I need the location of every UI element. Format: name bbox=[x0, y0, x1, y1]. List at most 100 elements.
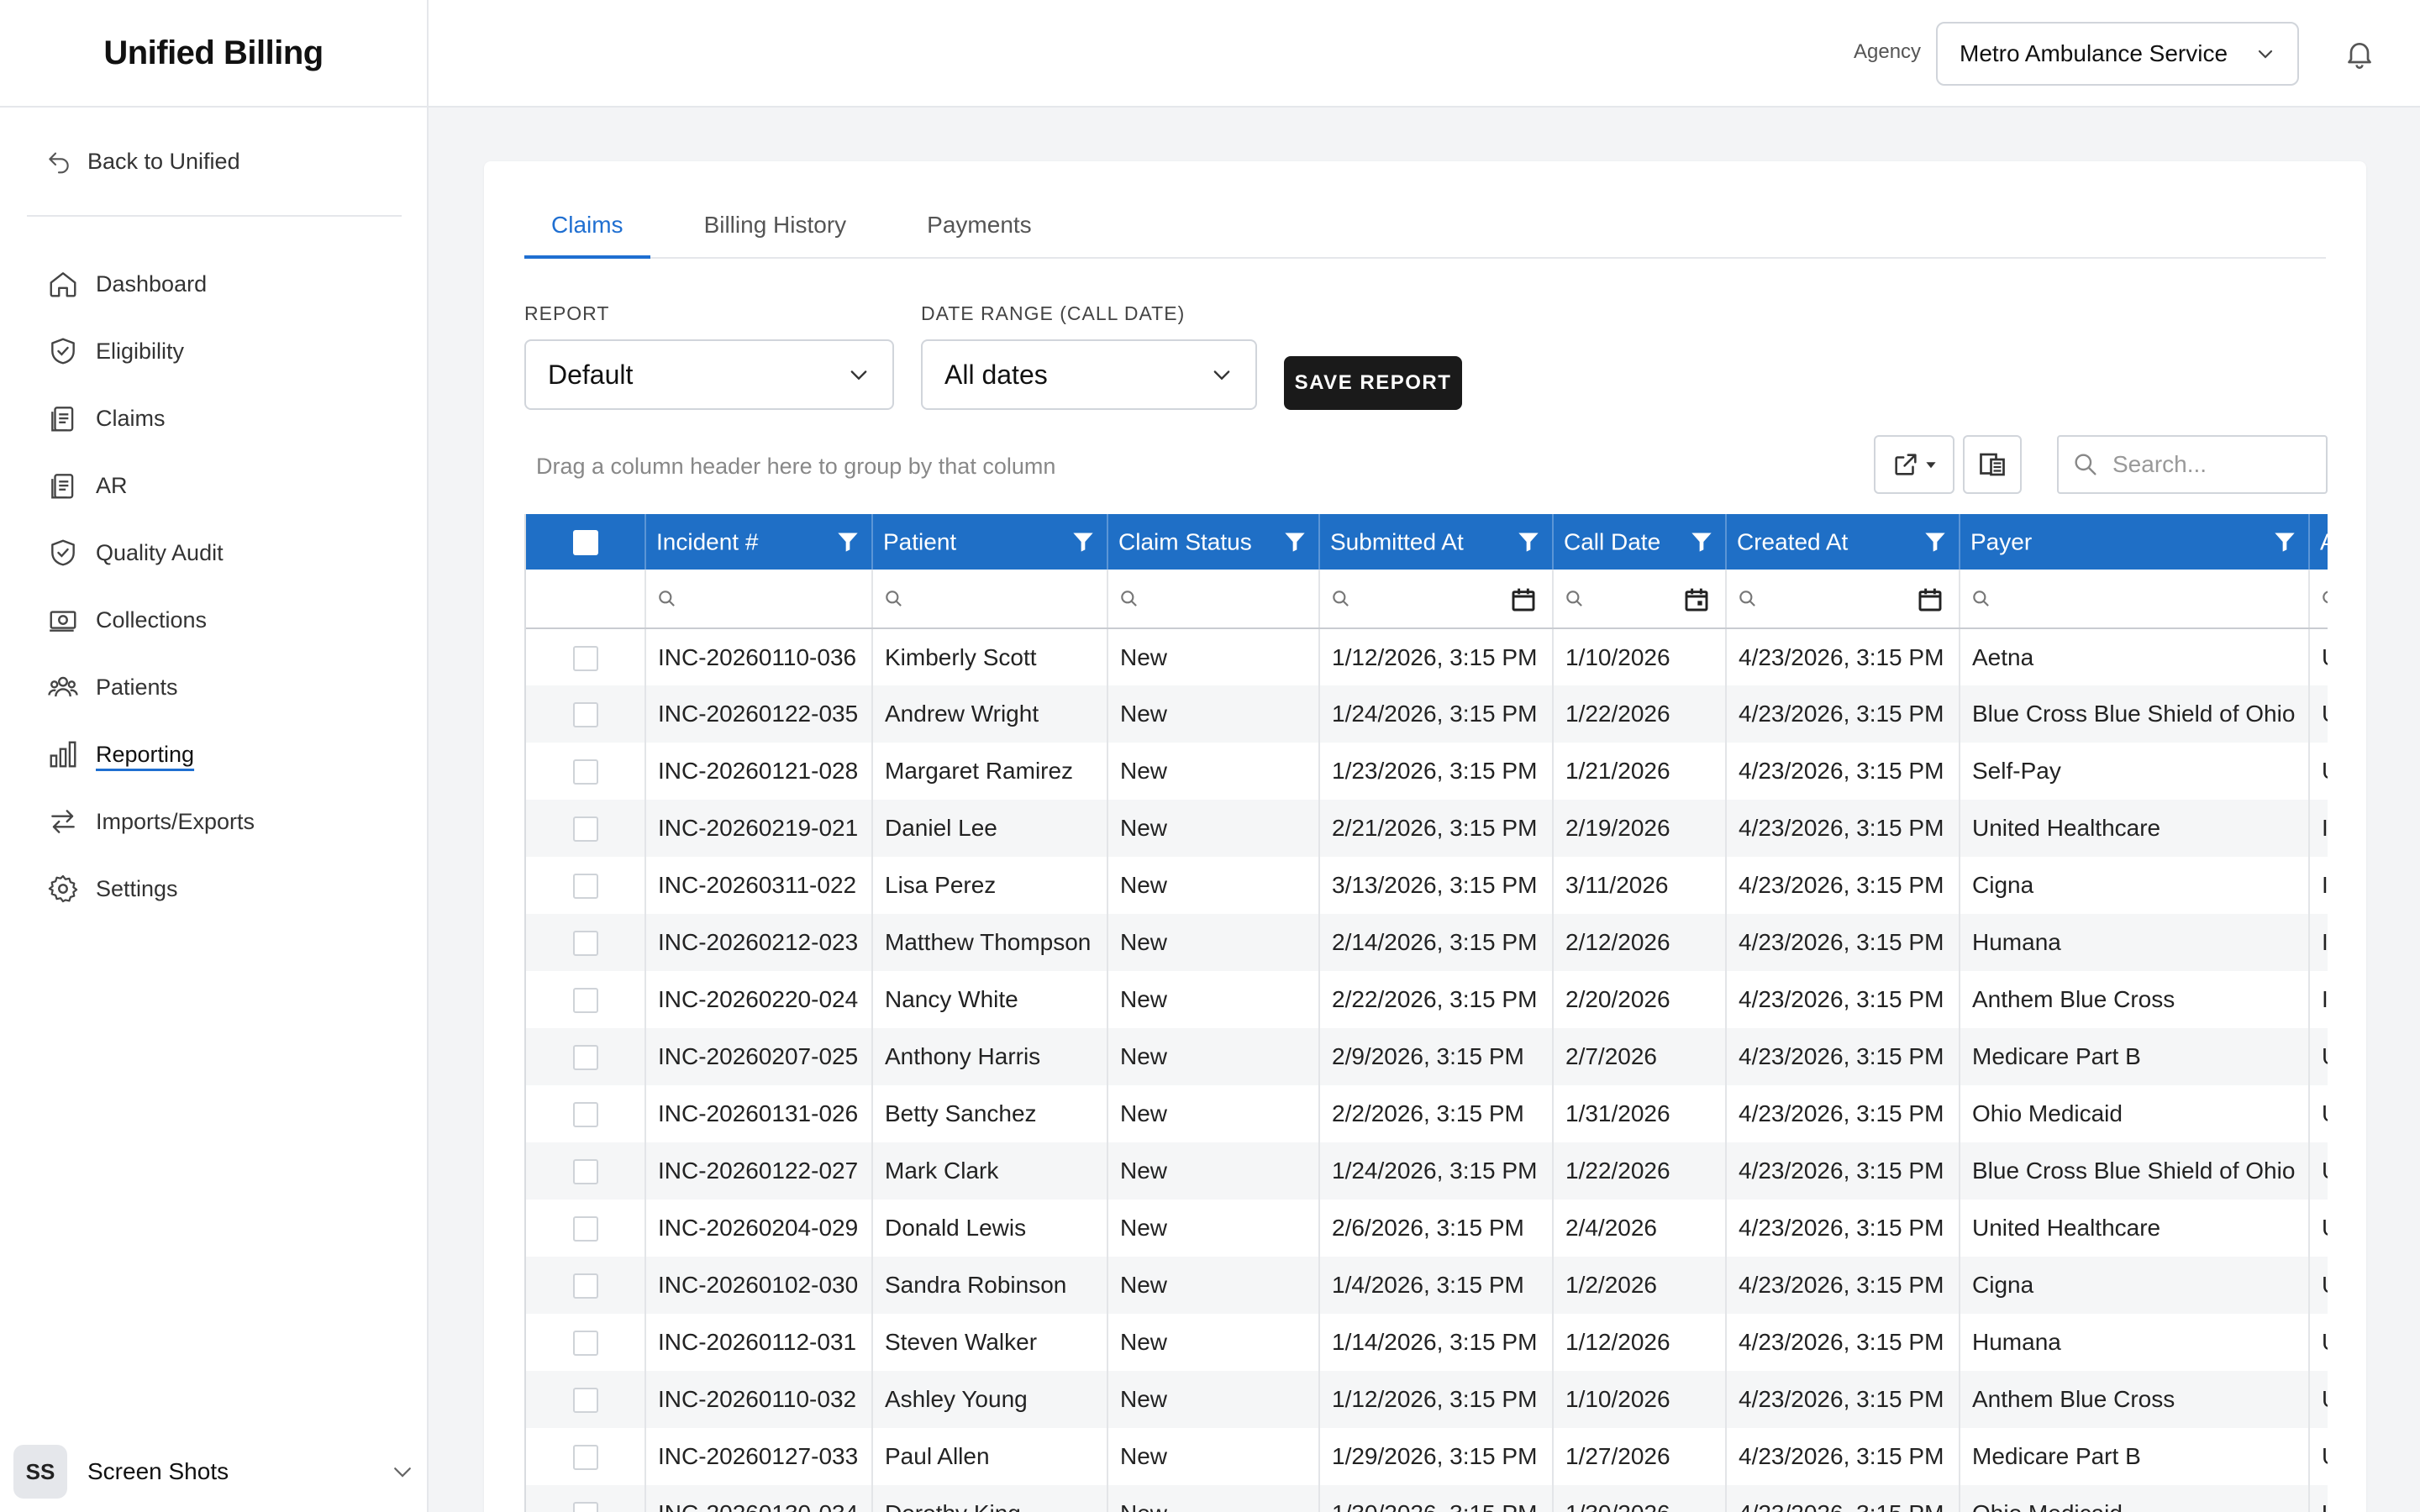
sidebar-item-reporting[interactable]: Reporting bbox=[47, 721, 255, 788]
row-checkbox[interactable] bbox=[572, 931, 598, 957]
sidebar-item-collections[interactable]: Collections bbox=[47, 586, 255, 654]
calendar-icon[interactable] bbox=[1917, 586, 1944, 613]
table-row[interactable]: INC-20260204-029 Donald Lewis New 2/6/2026,… bbox=[526, 1200, 2328, 1257]
table-row[interactable]: INC-20260219-021 Daniel Lee New 2/21/2026, … bbox=[526, 800, 2328, 857]
row-checkbox[interactable] bbox=[572, 874, 598, 900]
sidebar-item-patients[interactable]: Patients bbox=[47, 654, 255, 721]
row-select-cell[interactable] bbox=[526, 1485, 646, 1512]
table-row[interactable]: INC-20260212-023 Matthew Thompson New 2/14/… bbox=[526, 914, 2328, 971]
table-row[interactable]: INC-20260102-030 Sandra Robinson New 1/4/20… bbox=[526, 1257, 2328, 1314]
table-row[interactable]: INC-20260110-036 Kimberly Scott New 1/12/20… bbox=[526, 628, 2328, 685]
row-select-cell[interactable] bbox=[526, 1314, 646, 1371]
user-menu[interactable]: SS Screen Shots bbox=[13, 1445, 415, 1499]
row-checkbox[interactable] bbox=[572, 1159, 598, 1185]
grid-search[interactable] bbox=[2057, 435, 2328, 494]
sidebar-item-settings[interactable]: Settings bbox=[47, 855, 255, 922]
agency-select[interactable]: Metro Ambulance Service bbox=[1936, 22, 2299, 86]
row-checkbox[interactable] bbox=[572, 702, 598, 728]
row-checkbox[interactable] bbox=[572, 1331, 598, 1357]
sidebar-item-imports-exports[interactable]: Imports/Exports bbox=[47, 788, 255, 855]
sidebar-item-dashboard[interactable]: Dashboard bbox=[47, 250, 255, 318]
table-row[interactable]: INC-20260121-028 Margaret Ramirez New 1/23/… bbox=[526, 743, 2328, 800]
row-select-cell[interactable] bbox=[526, 1257, 646, 1314]
table-row[interactable]: INC-20260311-022 Lisa Perez New 3/13/2026, … bbox=[526, 857, 2328, 914]
sidebar-item-quality-audit[interactable]: Quality Audit bbox=[47, 519, 255, 586]
sidebar-item-claims[interactable]: Claims bbox=[47, 385, 255, 452]
select-all-header[interactable] bbox=[526, 514, 646, 570]
column-header-claim-status[interactable]: Claim Status bbox=[1107, 514, 1320, 570]
column-header-call-date[interactable]: Call Date bbox=[1553, 514, 1727, 570]
filter-cell-patient[interactable] bbox=[872, 570, 1108, 629]
row-select-cell[interactable] bbox=[526, 857, 646, 914]
filter-cell-call-date[interactable] bbox=[1553, 570, 1727, 629]
row-select-cell[interactable] bbox=[526, 914, 646, 971]
row-checkbox[interactable] bbox=[572, 645, 598, 671]
row-checkbox[interactable] bbox=[572, 988, 598, 1014]
bell-icon[interactable] bbox=[2343, 37, 2376, 71]
filter-icon[interactable] bbox=[1923, 530, 1947, 554]
filter-icon[interactable] bbox=[2273, 530, 2296, 554]
row-select-cell[interactable] bbox=[526, 628, 646, 685]
row-select-cell[interactable] bbox=[526, 1085, 646, 1142]
table-row[interactable]: INC-20260112-031 Steven Walker New 1/14/202… bbox=[526, 1314, 2328, 1371]
table-row[interactable]: INC-20260130-034Dorothy KingNew1/30/2026… bbox=[526, 1485, 2328, 1512]
table-row[interactable]: INC-20260220-024 Nancy White New 2/22/2026,… bbox=[526, 971, 2328, 1028]
filter-cell-truncated[interactable] bbox=[2309, 570, 2328, 629]
row-checkbox[interactable] bbox=[572, 1102, 598, 1128]
select-all-checkbox[interactable] bbox=[572, 530, 598, 556]
column-header-created-at[interactable]: Created At bbox=[1726, 514, 1960, 570]
save-report-button[interactable]: SAVE REPORT bbox=[1284, 356, 1462, 410]
filter-cell-payer[interactable] bbox=[1960, 570, 2310, 629]
filter-cell-submitted-at[interactable] bbox=[1319, 570, 1554, 629]
row-select-cell[interactable] bbox=[526, 685, 646, 743]
row-checkbox[interactable] bbox=[572, 1045, 598, 1071]
calendar-icon[interactable] bbox=[1683, 586, 1710, 613]
row-select-cell[interactable] bbox=[526, 1428, 646, 1485]
row-select-cell[interactable] bbox=[526, 800, 646, 857]
row-select-cell[interactable] bbox=[526, 1371, 646, 1428]
date-range-select[interactable]: All dates bbox=[921, 339, 1257, 410]
row-select-cell[interactable] bbox=[526, 743, 646, 800]
row-checkbox[interactable] bbox=[572, 816, 598, 843]
sidebar-item-eligibility[interactable]: Eligibility bbox=[47, 318, 255, 385]
table-row[interactable]: INC-20260127-033 Paul Allen New 1/29/2026, … bbox=[526, 1428, 2328, 1485]
filter-icon[interactable] bbox=[1517, 530, 1540, 554]
tab-billing-history[interactable]: Billing History bbox=[677, 212, 874, 259]
tab-payments[interactable]: Payments bbox=[900, 212, 1059, 259]
export-button[interactable] bbox=[1874, 435, 1954, 494]
filter-icon[interactable] bbox=[1690, 530, 1713, 554]
row-checkbox[interactable] bbox=[572, 759, 598, 785]
row-select-cell[interactable] bbox=[526, 1200, 646, 1257]
column-header-submitted-at[interactable]: Submitted At bbox=[1319, 514, 1554, 570]
filter-icon[interactable] bbox=[1071, 530, 1095, 554]
filter-cell-claim-status[interactable] bbox=[1107, 570, 1320, 629]
column-header-incident[interactable]: Incident # bbox=[645, 514, 873, 570]
table-row[interactable]: INC-20260131-026 Betty Sanchez New 2/2/2026… bbox=[526, 1085, 2328, 1142]
table-row[interactable]: INC-20260122-035 Andrew Wright New 1/24/202… bbox=[526, 685, 2328, 743]
search-input[interactable] bbox=[2112, 451, 2306, 478]
row-checkbox[interactable] bbox=[572, 1388, 598, 1414]
filter-icon[interactable] bbox=[836, 530, 860, 554]
column-chooser-button[interactable] bbox=[1963, 435, 2022, 494]
filter-cell-created-at[interactable] bbox=[1726, 570, 1960, 629]
tab-claims[interactable]: Claims bbox=[524, 212, 650, 259]
column-header-truncated[interactable]: A bbox=[2309, 514, 2328, 570]
report-select[interactable]: Default bbox=[524, 339, 894, 410]
row-checkbox[interactable] bbox=[572, 1502, 598, 1512]
row-checkbox[interactable] bbox=[572, 1273, 598, 1299]
sidebar-item-ar[interactable]: AR bbox=[47, 452, 255, 519]
table-row[interactable]: INC-20260122-027 Mark Clark New 1/24/2026, … bbox=[526, 1142, 2328, 1200]
row-checkbox[interactable] bbox=[572, 1445, 598, 1471]
filter-icon[interactable] bbox=[1283, 530, 1307, 554]
table-row[interactable]: INC-20260207-025 Anthony Harris New 2/9/202… bbox=[526, 1028, 2328, 1085]
calendar-icon[interactable] bbox=[1510, 586, 1537, 613]
row-select-cell[interactable] bbox=[526, 971, 646, 1028]
filter-cell-incident[interactable] bbox=[645, 570, 873, 629]
column-header-payer[interactable]: Payer bbox=[1960, 514, 2310, 570]
table-row[interactable]: INC-20260110-032 Ashley Young New 1/12/2026… bbox=[526, 1371, 2328, 1428]
row-checkbox[interactable] bbox=[572, 1216, 598, 1242]
column-header-patient[interactable]: Patient bbox=[872, 514, 1108, 570]
row-select-cell[interactable] bbox=[526, 1028, 646, 1085]
row-select-cell[interactable] bbox=[526, 1142, 646, 1200]
back-to-unified-link[interactable]: Back to Unified bbox=[45, 148, 240, 175]
